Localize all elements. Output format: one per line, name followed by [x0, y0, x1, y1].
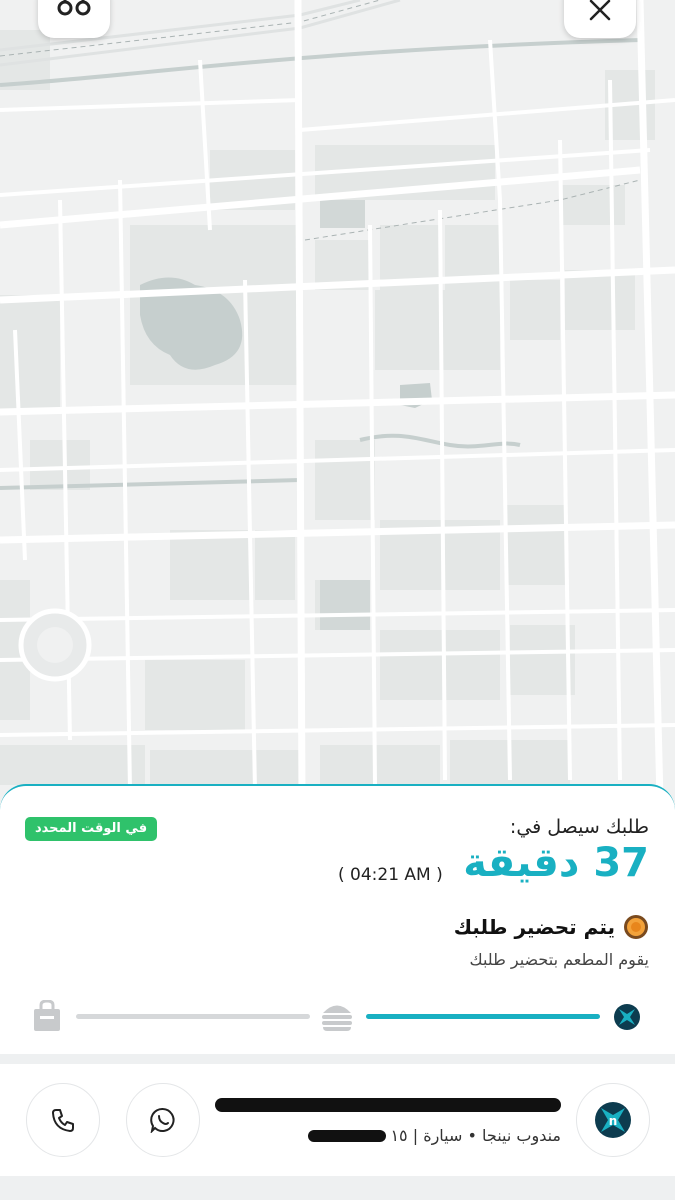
- plate-redacted: [308, 1129, 387, 1142]
- on-time-badge: في الوقت المحدد: [25, 817, 158, 841]
- rider-button[interactable]: [38, 0, 110, 38]
- burger-icon: [322, 1005, 352, 1031]
- ninja-logo-icon: n: [595, 1102, 631, 1138]
- close-button[interactable]: [564, 0, 636, 38]
- agent-role: مندوب نينجا • سيارة | ١٥: [390, 1126, 561, 1145]
- status-subtitle: يقوم المطعم بتحضير طلبك: [469, 950, 649, 969]
- delivery-agent-card: n مندوب نينجا • سيارة | ١٥: [0, 1064, 675, 1176]
- whatsapp-icon: [150, 1107, 175, 1133]
- status-row: يتم تحضير طلبك: [454, 914, 649, 940]
- progress-segment-active: [366, 1014, 600, 1019]
- close-icon: [589, 0, 611, 21]
- section-divider: [0, 1054, 675, 1064]
- status-title: يتم تحضير طلبك: [453, 915, 615, 939]
- cooking-pot-icon: [624, 915, 648, 939]
- arrival-label: طلبك سيصل في:: [509, 816, 649, 838]
- whatsapp-button[interactable]: [126, 1083, 200, 1157]
- map-view[interactable]: [0, 0, 675, 800]
- eta-minutes: 37 دقيقة: [463, 840, 649, 886]
- phone-icon: [52, 1109, 74, 1132]
- progress-tracker: [0, 996, 675, 1036]
- order-status-sheet: طلبك سيصل في: في الوقت المحدد 37 دقيقة (…: [0, 784, 675, 1054]
- ninja-logo-icon: [614, 1004, 640, 1030]
- call-button[interactable]: [26, 1083, 100, 1157]
- bottom-divider: [0, 1176, 675, 1200]
- agent-avatar: n: [576, 1083, 650, 1157]
- eta-time: ( 04:21 AM ): [338, 865, 443, 885]
- bag-icon: [34, 1000, 60, 1031]
- delivery-helmet-icon: [57, 0, 91, 16]
- svg-text:n: n: [609, 1114, 618, 1128]
- progress-segment-pending: [76, 1014, 310, 1019]
- agent-name-redacted: [215, 1098, 561, 1112]
- agent-role-row: مندوب نينجا • سيارة | ١٥: [308, 1126, 561, 1145]
